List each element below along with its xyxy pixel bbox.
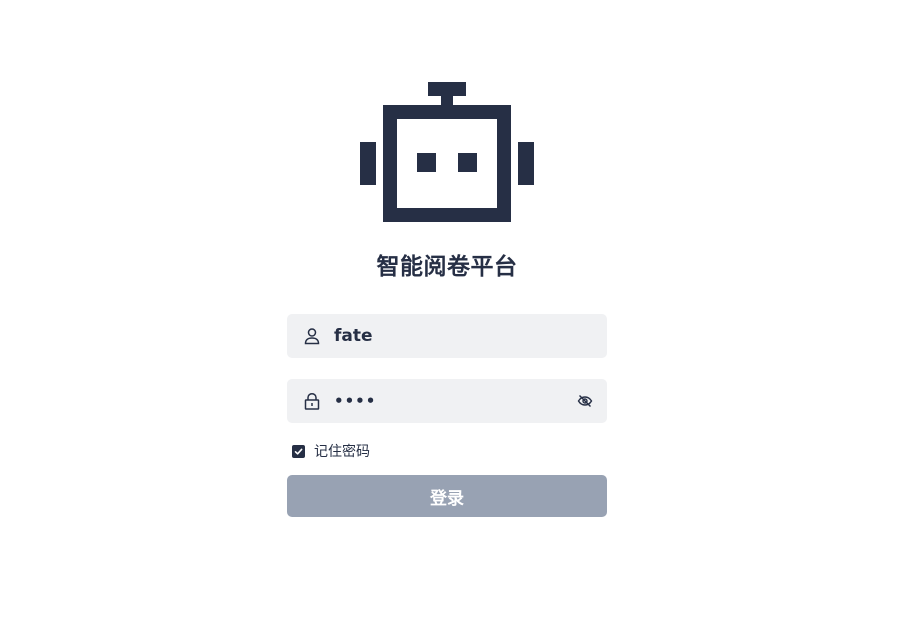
check-icon [294, 448, 303, 455]
remember-label[interactable]: 记住密码 [314, 441, 370, 461]
robot-icon [360, 82, 534, 222]
password-input[interactable] [334, 379, 554, 423]
remember-checkbox[interactable] [292, 444, 305, 458]
password-field[interactable] [287, 379, 607, 423]
page-title: 智能阅卷平台 [376, 254, 518, 280]
user-icon [304, 328, 320, 345]
remember-password[interactable]: 记住密码 [292, 441, 370, 461]
login-button[interactable]: 登录 [287, 475, 607, 517]
username-input[interactable] [334, 314, 554, 358]
login-page: 智能阅卷平台 记住密码 登录 [0, 0, 912, 622]
username-field[interactable] [287, 314, 607, 358]
eye-off-icon[interactable] [577, 393, 593, 409]
lock-icon [304, 393, 320, 410]
